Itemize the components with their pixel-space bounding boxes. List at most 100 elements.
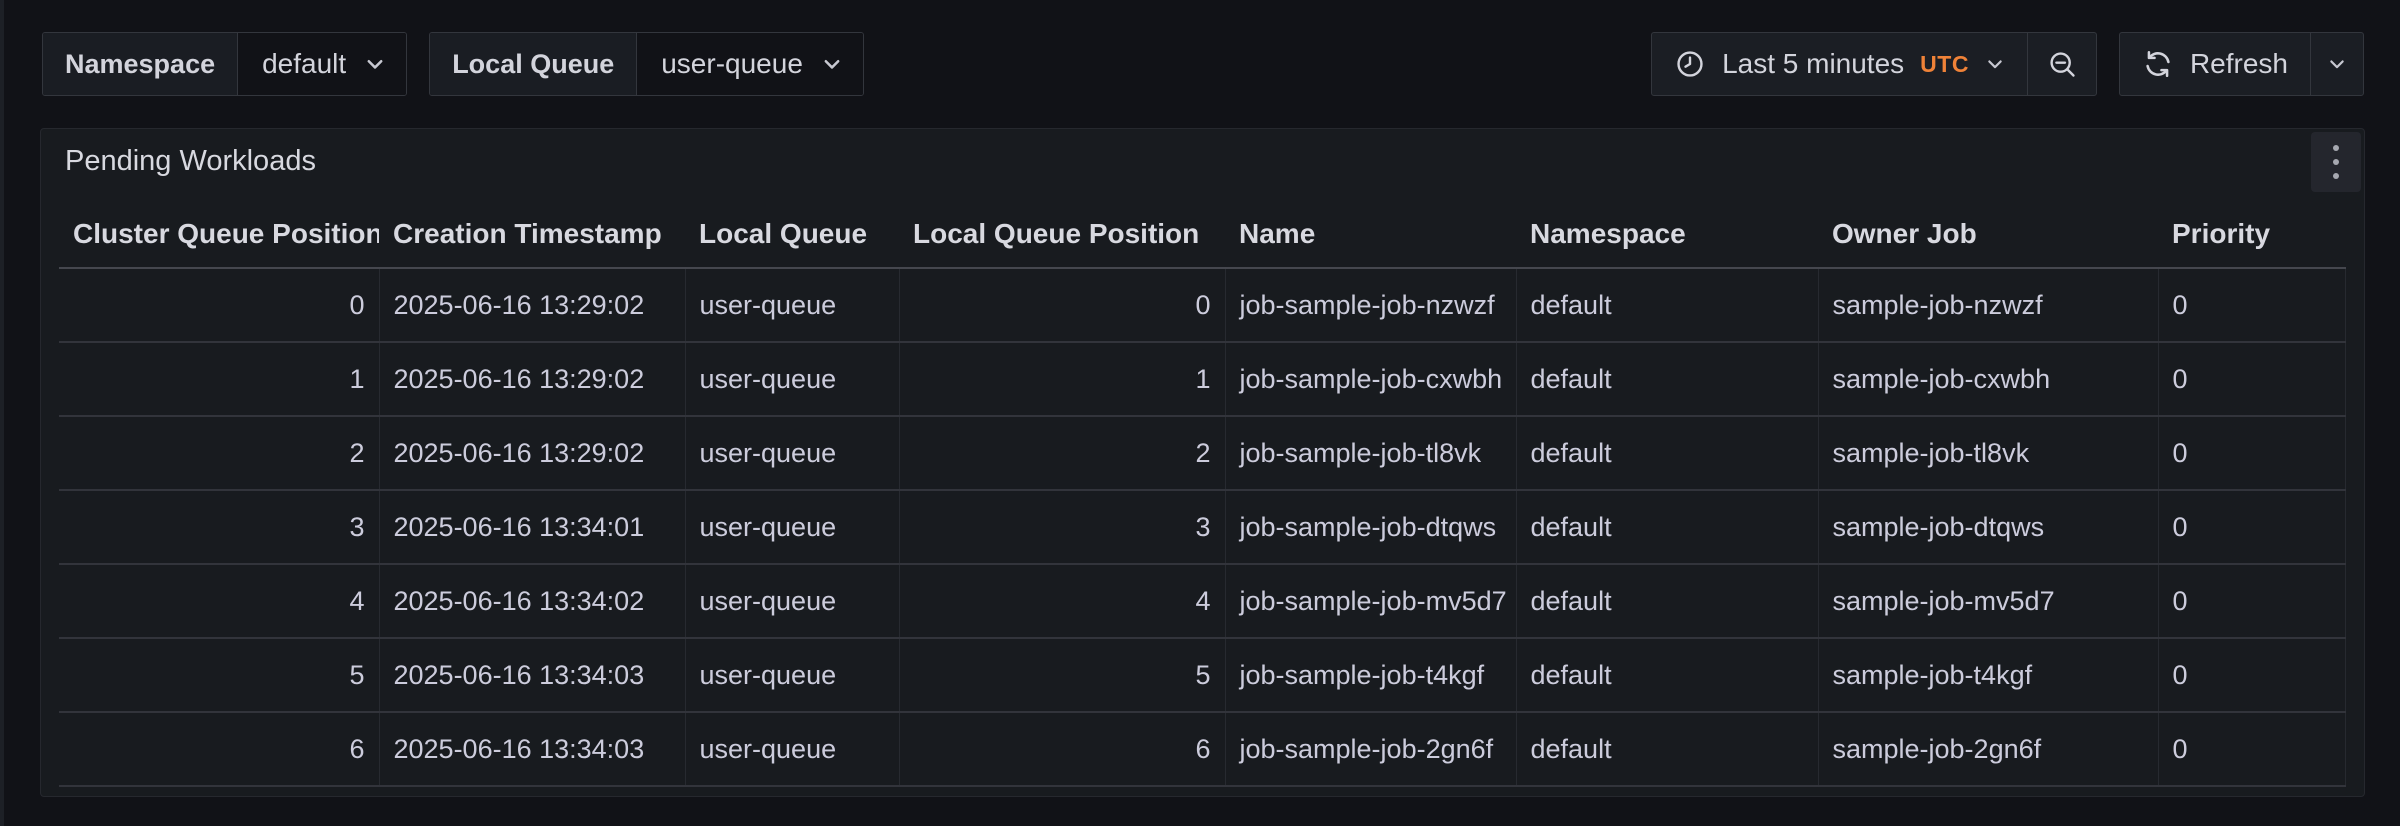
column-header-owner-job[interactable]: Owner Job: [1818, 201, 2158, 268]
workloads-table: Cluster Queue Position Creation Timestam…: [41, 193, 2364, 787]
table-cell: 5: [59, 638, 379, 712]
zoom-out-icon: [2046, 48, 2078, 80]
table-cell: 3: [899, 490, 1225, 564]
clock-icon: [1674, 48, 1706, 80]
window-left-edge: [0, 0, 4, 826]
table-row: 42025-06-16 13:34:02user-queue4job-sampl…: [59, 564, 2346, 638]
time-range-button[interactable]: Last 5 minutes UTC: [1652, 33, 2027, 95]
zoom-out-button[interactable]: [2027, 33, 2096, 95]
table-cell: 2025-06-16 13:34:03: [379, 638, 685, 712]
column-header-priority[interactable]: Priority: [2158, 201, 2346, 268]
variable-local-queue-select[interactable]: user-queue: [637, 33, 863, 95]
table-cell: 2025-06-16 13:29:02: [379, 268, 685, 342]
table-cell: sample-job-dtqws: [1818, 490, 2158, 564]
grafana-dashboard: Namespace default Local Queue user-queue: [0, 0, 2400, 826]
table-cell: 2: [59, 416, 379, 490]
column-header-name[interactable]: Name: [1225, 201, 1516, 268]
refresh-icon: [2142, 48, 2174, 80]
table-row: 52025-06-16 13:34:03user-queue5job-sampl…: [59, 638, 2346, 712]
panel-header: Pending Workloads: [41, 129, 2364, 193]
table-cell: 0: [2158, 638, 2346, 712]
table-cell: 1: [899, 342, 1225, 416]
table-cell: 3: [59, 490, 379, 564]
table-cell: job-sample-job-cxwbh: [1225, 342, 1516, 416]
table-cell: default: [1516, 490, 1818, 564]
table-cell: default: [1516, 564, 1818, 638]
table-row: 22025-06-16 13:29:02user-queue2job-sampl…: [59, 416, 2346, 490]
panel-title: Pending Workloads: [65, 145, 316, 178]
variable-namespace-select[interactable]: default: [238, 33, 406, 95]
refresh-group: Refresh: [2119, 32, 2364, 96]
table-cell: 0: [899, 268, 1225, 342]
table-cell: sample-job-tl8vk: [1818, 416, 2158, 490]
table-cell: default: [1516, 268, 1818, 342]
column-header-cluster-queue-position[interactable]: Cluster Queue Position: [59, 201, 379, 268]
table-cell: default: [1516, 416, 1818, 490]
table-cell: default: [1516, 712, 1818, 786]
table-cell: 2025-06-16 13:29:02: [379, 416, 685, 490]
table-cell: 4: [59, 564, 379, 638]
chevron-down-icon: [364, 53, 386, 75]
table-cell: job-sample-job-2gn6f: [1225, 712, 1516, 786]
table-cell: default: [1516, 342, 1818, 416]
table-cell: job-sample-job-dtqws: [1225, 490, 1516, 564]
table-cell: 6: [899, 712, 1225, 786]
table-cell: default: [1516, 638, 1818, 712]
pending-workloads-panel: Pending Workloads Cluster Queue Position: [40, 128, 2365, 797]
column-header-local-queue-position[interactable]: Local Queue Position: [899, 201, 1225, 268]
table-cell: user-queue: [685, 268, 899, 342]
table-cell: 5: [899, 638, 1225, 712]
table-cell: sample-job-nzwzf: [1818, 268, 2158, 342]
table-cell: user-queue: [685, 490, 899, 564]
panel-menu-button[interactable]: [2311, 132, 2361, 192]
table-cell: 1: [59, 342, 379, 416]
table-cell: 2025-06-16 13:34:01: [379, 490, 685, 564]
table-cell: user-queue: [685, 564, 899, 638]
table-row: 02025-06-16 13:29:02user-queue0job-sampl…: [59, 268, 2346, 342]
table-cell: 2025-06-16 13:34:03: [379, 712, 685, 786]
column-header-local-queue[interactable]: Local Queue: [685, 201, 899, 268]
timezone-badge: UTC: [1920, 51, 1969, 78]
table-cell: 0: [59, 268, 379, 342]
time-range-label: Last 5 minutes: [1722, 48, 1904, 80]
table-cell: job-sample-job-mv5d7: [1225, 564, 1516, 638]
table-cell: 2025-06-16 13:34:02: [379, 564, 685, 638]
table-header-row: Cluster Queue Position Creation Timestam…: [59, 201, 2346, 268]
table-cell: 2: [899, 416, 1225, 490]
table-cell: job-sample-job-nzwzf: [1225, 268, 1516, 342]
table-cell: 2025-06-16 13:29:02: [379, 342, 685, 416]
variable-namespace-value: default: [262, 48, 346, 80]
table-cell: 0: [2158, 712, 2346, 786]
table-row: 62025-06-16 13:34:03user-queue6job-sampl…: [59, 712, 2346, 786]
refresh-label: Refresh: [2190, 48, 2288, 80]
table-cell: sample-job-t4kgf: [1818, 638, 2158, 712]
table-cell: user-queue: [685, 712, 899, 786]
table-row: 12025-06-16 13:29:02user-queue1job-sampl…: [59, 342, 2346, 416]
refresh-button[interactable]: Refresh: [2120, 33, 2310, 95]
variable-local-queue-value: user-queue: [661, 48, 803, 80]
table-cell: 0: [2158, 268, 2346, 342]
time-picker-group: Last 5 minutes UTC: [1651, 32, 2097, 96]
table-cell: sample-job-cxwbh: [1818, 342, 2158, 416]
table-cell: job-sample-job-tl8vk: [1225, 416, 1516, 490]
column-header-creation-timestamp[interactable]: Creation Timestamp: [379, 201, 685, 268]
table-cell: user-queue: [685, 342, 899, 416]
refresh-interval-dropdown[interactable]: [2310, 33, 2363, 95]
dashboard-toolbar: Namespace default Local Queue user-queue: [42, 32, 2364, 96]
table-cell: 6: [59, 712, 379, 786]
kebab-menu-icon: [2333, 145, 2339, 179]
table-cell: sample-job-2gn6f: [1818, 712, 2158, 786]
table-cell: 0: [2158, 342, 2346, 416]
workloads-table-body: 02025-06-16 13:29:02user-queue0job-sampl…: [59, 268, 2346, 786]
table-row: 32025-06-16 13:34:01user-queue3job-sampl…: [59, 490, 2346, 564]
table-cell: 0: [2158, 416, 2346, 490]
table-cell: 4: [899, 564, 1225, 638]
variable-namespace: Namespace default: [42, 32, 407, 96]
variable-local-queue: Local Queue user-queue: [429, 32, 864, 96]
table-cell: sample-job-mv5d7: [1818, 564, 2158, 638]
chevron-down-icon: [1985, 54, 2005, 74]
chevron-down-icon: [821, 53, 843, 75]
column-header-namespace[interactable]: Namespace: [1516, 201, 1818, 268]
table-cell: user-queue: [685, 638, 899, 712]
table-cell: 0: [2158, 490, 2346, 564]
